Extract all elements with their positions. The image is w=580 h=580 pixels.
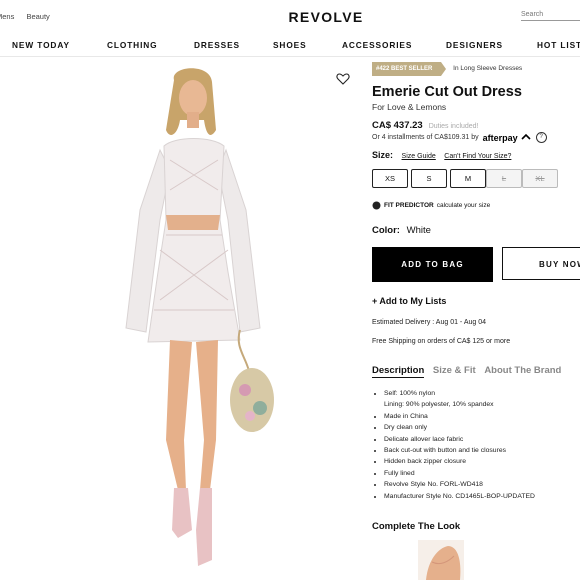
nav-item-dresses[interactable]: DRESSES xyxy=(194,40,240,50)
tab-about-brand[interactable]: About The Brand xyxy=(484,365,561,376)
size-option-xs[interactable]: XS xyxy=(372,169,408,188)
list-item: Manufacturer Style No. CD1465L-BOP-UPDAT… xyxy=(384,491,535,502)
fit-predictor-text: calculate your size xyxy=(436,202,491,209)
product-image[interactable] xyxy=(100,60,285,578)
color-label: Color: xyxy=(372,225,400,236)
category-link[interactable]: In Long Sleeve Dresses xyxy=(453,65,522,72)
complete-the-look-heading: Complete The Look xyxy=(372,521,461,532)
nav-item-accessories[interactable]: ACCESSORIES xyxy=(342,40,412,50)
size-label: Size: xyxy=(372,150,394,160)
fit-predictor-icon xyxy=(372,201,381,210)
afterpay-icon xyxy=(521,133,531,140)
size-guide-link[interactable]: Size Guide xyxy=(402,153,436,160)
size-header: Size: Size Guide Can't Find Your Size? xyxy=(372,150,511,160)
list-item: Dry clean only xyxy=(384,422,535,433)
list-item: Made in China xyxy=(384,411,535,422)
fit-predictor-label: FIT PREDICTOR xyxy=(384,202,434,209)
list-item: Delicate allover lace fabric xyxy=(384,434,535,445)
details-list: Self: 100% nylonLining: 90% polyester, 1… xyxy=(372,388,535,502)
list-item: Hidden back zipper closure xyxy=(384,456,535,467)
tab-description[interactable]: Description xyxy=(372,365,425,378)
site-logo[interactable]: REVOLVE xyxy=(0,9,580,25)
price-value: CA$ 437.23 xyxy=(372,120,423,131)
size-option-s[interactable]: S xyxy=(411,169,447,188)
buy-now-button[interactable]: BUY NOW xyxy=(502,247,580,280)
price: CA$ 437.23 Duties included! xyxy=(372,120,479,131)
badge-row: #422 BEST SELLER In Long Sleeve Dresses xyxy=(372,62,522,76)
list-item: Revolve Style No. FORL-WD418 xyxy=(384,479,535,490)
top-bar: Mens Beauty REVOLVE Search xyxy=(0,0,580,34)
nav-item-new-today[interactable]: NEW TODAY xyxy=(12,40,70,50)
question-icon[interactable]: ? xyxy=(535,132,547,143)
list-item: Back cut-out with button and tie closure… xyxy=(384,445,535,456)
nav-item-clothing[interactable]: CLOTHING xyxy=(107,40,158,50)
color-row: Color: White xyxy=(372,225,431,236)
list-item: Fully lined xyxy=(384,468,535,479)
list-item: Self: 100% nylonLining: 90% polyester, 1… xyxy=(384,388,535,411)
afterpay-logo: afterpay xyxy=(482,132,518,143)
color-value: White xyxy=(406,225,431,236)
size-option-m[interactable]: M xyxy=(450,169,486,188)
heart-icon[interactable] xyxy=(336,72,350,86)
tab-size-fit[interactable]: Size & Fit xyxy=(433,365,476,376)
add-to-list-link[interactable]: + Add to My Lists xyxy=(372,296,446,306)
brand-link[interactable]: For Love & Lemons xyxy=(372,102,446,112)
size-option-xl[interactable]: XL xyxy=(522,169,558,188)
product-title: Emerie Cut Out Dress xyxy=(372,84,522,100)
cant-find-size-link[interactable]: Can't Find Your Size? xyxy=(444,153,511,160)
nav-item-designers[interactable]: DESIGNERS xyxy=(446,40,503,50)
fit-predictor[interactable]: FIT PREDICTOR calculate your size xyxy=(372,201,490,210)
product-tabs: Description Size & Fit About The Brand xyxy=(372,365,567,378)
nav-item-shoes[interactable]: SHOES xyxy=(273,40,307,50)
installments-text: Or 4 installments of CA$109.31 by xyxy=(372,134,479,141)
installments: Or 4 installments of CA$109.31 by afterp… xyxy=(372,132,547,143)
size-option-l[interactable]: L xyxy=(486,169,522,188)
best-seller-badge: #422 BEST SELLER xyxy=(372,62,447,76)
duties-note: Duties included! xyxy=(428,123,479,130)
complete-look-thumbnail[interactable] xyxy=(418,540,464,580)
free-shipping-note: Free Shipping on orders of CA$ 125 or mo… xyxy=(372,338,511,345)
estimated-delivery: Estimated Delivery : Aug 01 - Aug 04 xyxy=(372,319,487,326)
add-to-bag-button[interactable]: ADD TO BAG xyxy=(372,247,493,282)
nav-item-hot-list[interactable]: HOT LIST xyxy=(537,40,580,50)
main-nav: NEW TODAY CLOTHING DRESSES SHOES ACCESSO… xyxy=(0,34,580,57)
search-input[interactable]: Search xyxy=(521,11,580,21)
